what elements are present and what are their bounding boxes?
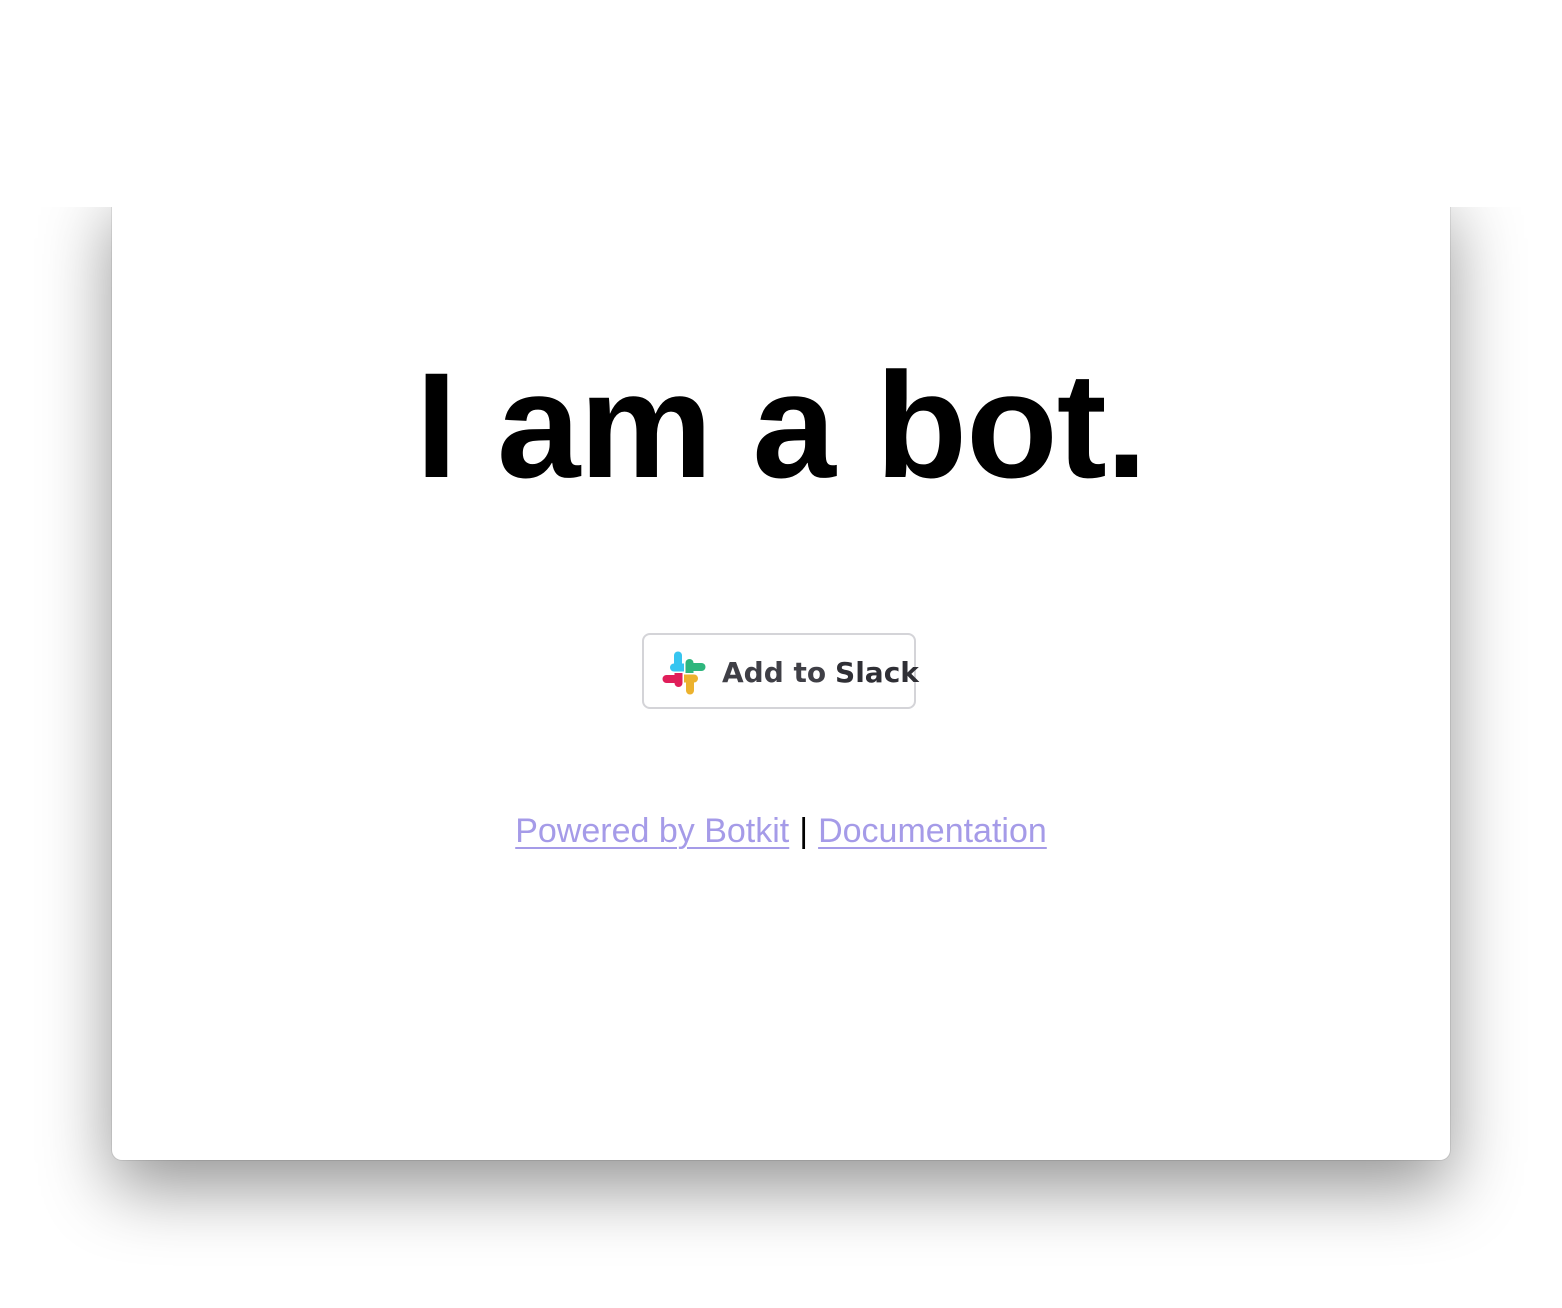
add-to-slack-button[interactable]: Add to Slack bbox=[642, 633, 919, 709]
powered-by-botkit-link[interactable]: Powered by Botkit bbox=[515, 812, 789, 850]
slack-brand-text: Slack bbox=[835, 656, 919, 689]
page-backdrop: I am a bot. Add to Slack Powered by Botk… bbox=[0, 207, 1562, 1308]
link-separator: | bbox=[799, 812, 809, 850]
add-to-slack-prefix: Add to bbox=[722, 656, 827, 689]
slack-logo-icon bbox=[662, 651, 706, 695]
footer-links: Powered by Botkit | Documentation bbox=[112, 811, 1450, 851]
browser-page: I am a bot. Add to Slack Powered by Botk… bbox=[112, 207, 1450, 1160]
page-title: I am a bot. bbox=[415, 341, 1148, 509]
documentation-link[interactable]: Documentation bbox=[818, 812, 1047, 850]
add-to-slack-label: Add to Slack bbox=[722, 655, 919, 691]
